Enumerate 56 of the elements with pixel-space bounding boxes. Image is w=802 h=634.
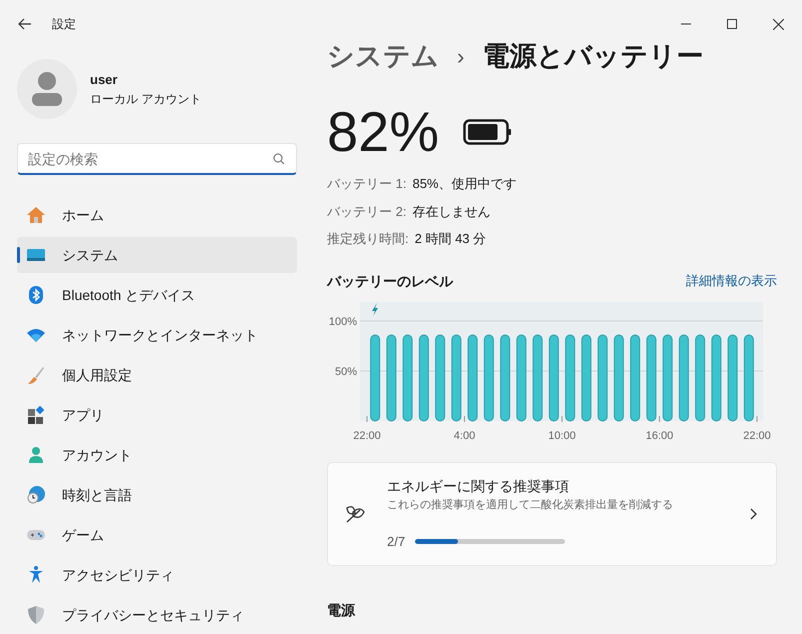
person-icon [26, 445, 46, 465]
sidebar-item[interactable]: ネットワークとインターネット [17, 317, 297, 353]
page-title: 電源とバッテリー [482, 40, 704, 73]
leaf-icon [344, 504, 366, 524]
detail-label: バッテリー 2: [327, 202, 406, 220]
search-icon [273, 153, 285, 165]
globe-clock-icon [26, 485, 46, 505]
recommendations-card[interactable]: エネルギーに関する推奨事項 これらの推奨事項を適用して二酸化炭素排出量を削減する 2/7 [327, 462, 777, 566]
detail-label: 推定残り時間: [327, 230, 409, 248]
close-icon [772, 18, 784, 30]
sidebar-item[interactable]: 時刻と言語 [17, 477, 297, 513]
window-title: 設定 [52, 16, 76, 33]
axis-label: 22:00 [353, 430, 381, 442]
sidebar-item[interactable]: ゲーム [17, 517, 297, 553]
axis-label: 4:00 [454, 430, 476, 442]
axis-label: 10:00 [548, 430, 576, 442]
battery-icon [463, 119, 514, 145]
detail-label: バッテリー 1: [327, 175, 406, 193]
sidebar-item[interactable]: Bluetooth とデバイス [17, 277, 297, 313]
axis-label: 16:00 [646, 430, 674, 442]
sidebar-item[interactable]: アクセシビリティ [17, 557, 297, 593]
card-subtitle: これらの推奨事項を適用して二酸化炭素排出量を削減する [387, 498, 674, 513]
search-field[interactable]: 設定の検索 [17, 143, 297, 175]
home-icon [26, 205, 46, 225]
brush-icon [26, 365, 46, 385]
maximize-icon [727, 19, 737, 29]
progress-count: 2/7 [387, 532, 406, 550]
detail-value: 存在しません [412, 202, 490, 220]
battery-percent: 82% [327, 102, 440, 162]
detail-value: 85%、使用中です [412, 175, 516, 193]
sidebar-item[interactable]: プライバシーとセキュリティ [17, 597, 297, 633]
detail-value: 2 時間 43 分 [414, 230, 486, 248]
back-icon[interactable] [17, 16, 33, 32]
selection-indicator [17, 247, 20, 263]
person-icon [31, 71, 63, 107]
sidebar-item[interactable]: アカウント [17, 437, 297, 473]
charging-icon [372, 302, 378, 316]
shield-icon [26, 605, 46, 625]
details-link[interactable]: 詳細情報の表示 [686, 271, 777, 291]
breadcrumb-link[interactable]: システム [327, 36, 439, 76]
sidebar-item[interactable]: システム [17, 237, 297, 273]
card-title: エネルギーに関する推奨事項 [387, 477, 570, 496]
section-title: バッテリーのレベル [327, 272, 453, 290]
axis-label: 100% [328, 316, 357, 328]
sidebar-item[interactable]: アプリ [17, 397, 297, 433]
bluetooth-icon [26, 285, 46, 305]
section-title: 電源 [327, 600, 356, 620]
sidebar-item[interactable]: ホーム [17, 197, 297, 233]
apps-icon [26, 405, 46, 425]
axis-label: 22:00 [743, 430, 771, 442]
axis-label: 50% [334, 366, 357, 378]
sidebar-item[interactable]: 個人用設定 [17, 357, 297, 393]
account-type: ローカル アカウント [90, 90, 202, 108]
chevron-right-icon [750, 508, 758, 520]
breadcrumb-separator: › [457, 42, 464, 70]
user-name: user [90, 71, 118, 90]
